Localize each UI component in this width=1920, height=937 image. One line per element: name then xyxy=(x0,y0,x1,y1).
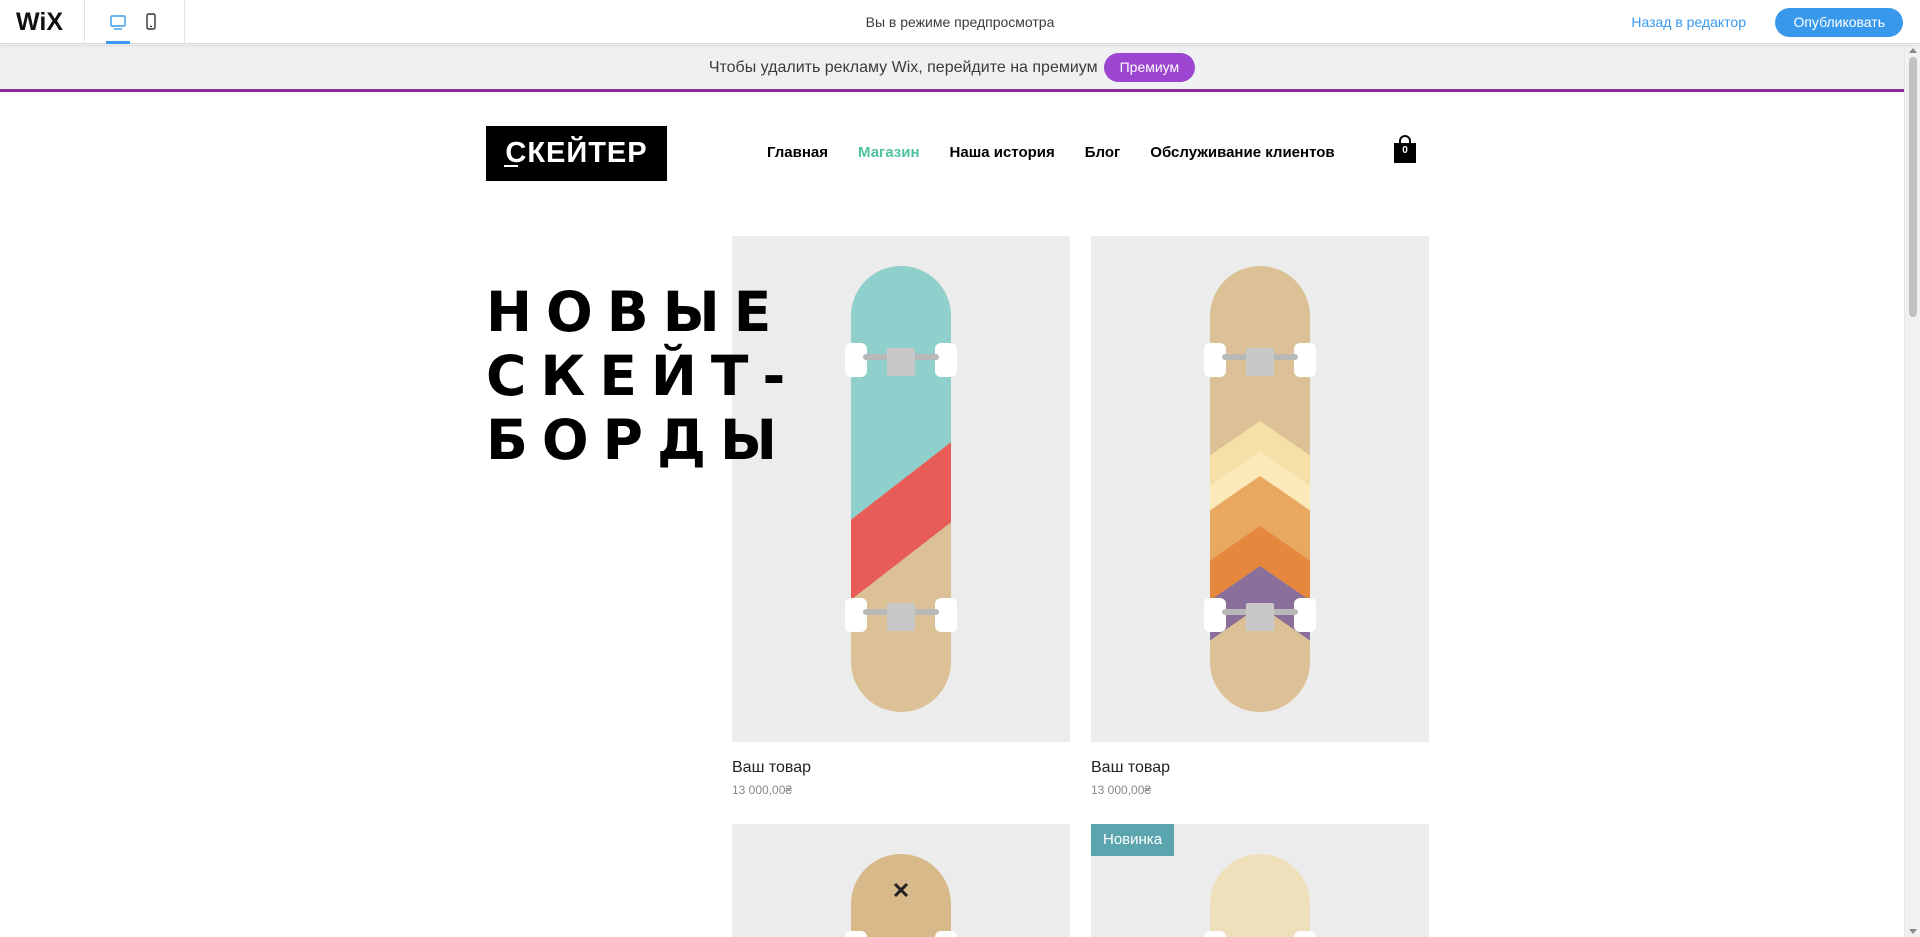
toolbar-separator xyxy=(84,0,85,44)
site-logo[interactable]: СКЕЙТЕР xyxy=(486,126,667,181)
nav-item-blog[interactable]: Блог xyxy=(1085,144,1121,161)
product-image[interactable] xyxy=(1091,236,1429,742)
new-ribbon-badge: Новинка xyxy=(1091,824,1175,856)
desktop-view-button[interactable] xyxy=(103,8,133,44)
product-price: 13 000,00₴ xyxy=(1091,783,1152,797)
skateboard-teal-image xyxy=(845,266,957,712)
publish-button[interactable]: Опубликовать xyxy=(1775,8,1903,37)
nav-item-customer-service[interactable]: Обслуживание клиентов xyxy=(1150,144,1334,161)
truck xyxy=(845,598,957,632)
product-card[interactable] xyxy=(732,824,1070,937)
hero-line: НОВЫЕ xyxy=(486,280,786,344)
scroll-up-arrow-icon[interactable] xyxy=(1909,48,1917,53)
mobile-view-button[interactable] xyxy=(136,8,166,38)
editor-top-bar: WiX Вы в режиме предпросмотра Назад в ре… xyxy=(0,0,1920,44)
hero-line: БОРДЫ xyxy=(486,408,791,472)
svg-text:WiX: WiX xyxy=(16,8,63,36)
product-price: 13 000,00₴ xyxy=(732,783,793,797)
skateboard-light-image xyxy=(1204,854,1316,937)
wix-logo: WiX xyxy=(16,8,63,36)
nav-item-shop[interactable]: Магазин xyxy=(858,144,920,161)
skateboard-x-image xyxy=(845,854,957,937)
truck xyxy=(1204,343,1316,377)
skateboard-chevron-image xyxy=(1204,266,1316,712)
cart-count: 0 xyxy=(1402,145,1408,156)
product-card[interactable]: Новинка xyxy=(1091,824,1429,937)
site-nav: Главная Магазин Наша история Блог Обслуж… xyxy=(767,144,1335,161)
desktop-icon xyxy=(110,15,126,30)
scroll-thumb[interactable] xyxy=(1909,57,1917,317)
mobile-icon xyxy=(146,13,156,30)
truck xyxy=(1204,598,1316,632)
hero-heading: НОВЫЕ СКЕЙТ- БОРДЫ xyxy=(486,280,799,472)
product-title[interactable]: Ваш товар xyxy=(732,759,1070,777)
product-card[interactable]: Ваш товар 13 000,00₴ xyxy=(1091,236,1429,797)
product-title[interactable]: Ваш товар xyxy=(1091,759,1429,777)
product-image[interactable]: Новинка xyxy=(1091,824,1429,937)
site-page: СКЕЙТЕР Главная Магазин Наша история Бло… xyxy=(0,95,1904,937)
nav-item-our-story[interactable]: Наша история xyxy=(950,144,1055,161)
toolbar-separator xyxy=(184,0,185,44)
nav-item-home[interactable]: Главная xyxy=(767,144,828,161)
scroll-down-arrow-icon[interactable] xyxy=(1909,929,1917,934)
back-to-editor-link[interactable]: Назад в редактор xyxy=(1631,14,1746,30)
product-image[interactable] xyxy=(732,824,1070,937)
truck xyxy=(845,343,957,377)
hero-line: СКЕЙТ- xyxy=(486,344,800,408)
premium-ad-banner: Чтобы удалить рекламу Wix, перейдите на … xyxy=(0,45,1904,92)
page-scrollbar[interactable] xyxy=(1904,45,1920,937)
ad-text: Чтобы удалить рекламу Wix, перейдите на … xyxy=(708,58,1098,76)
premium-button[interactable]: Премиум xyxy=(1103,53,1196,82)
cart-button[interactable]: 0 xyxy=(1393,135,1417,163)
